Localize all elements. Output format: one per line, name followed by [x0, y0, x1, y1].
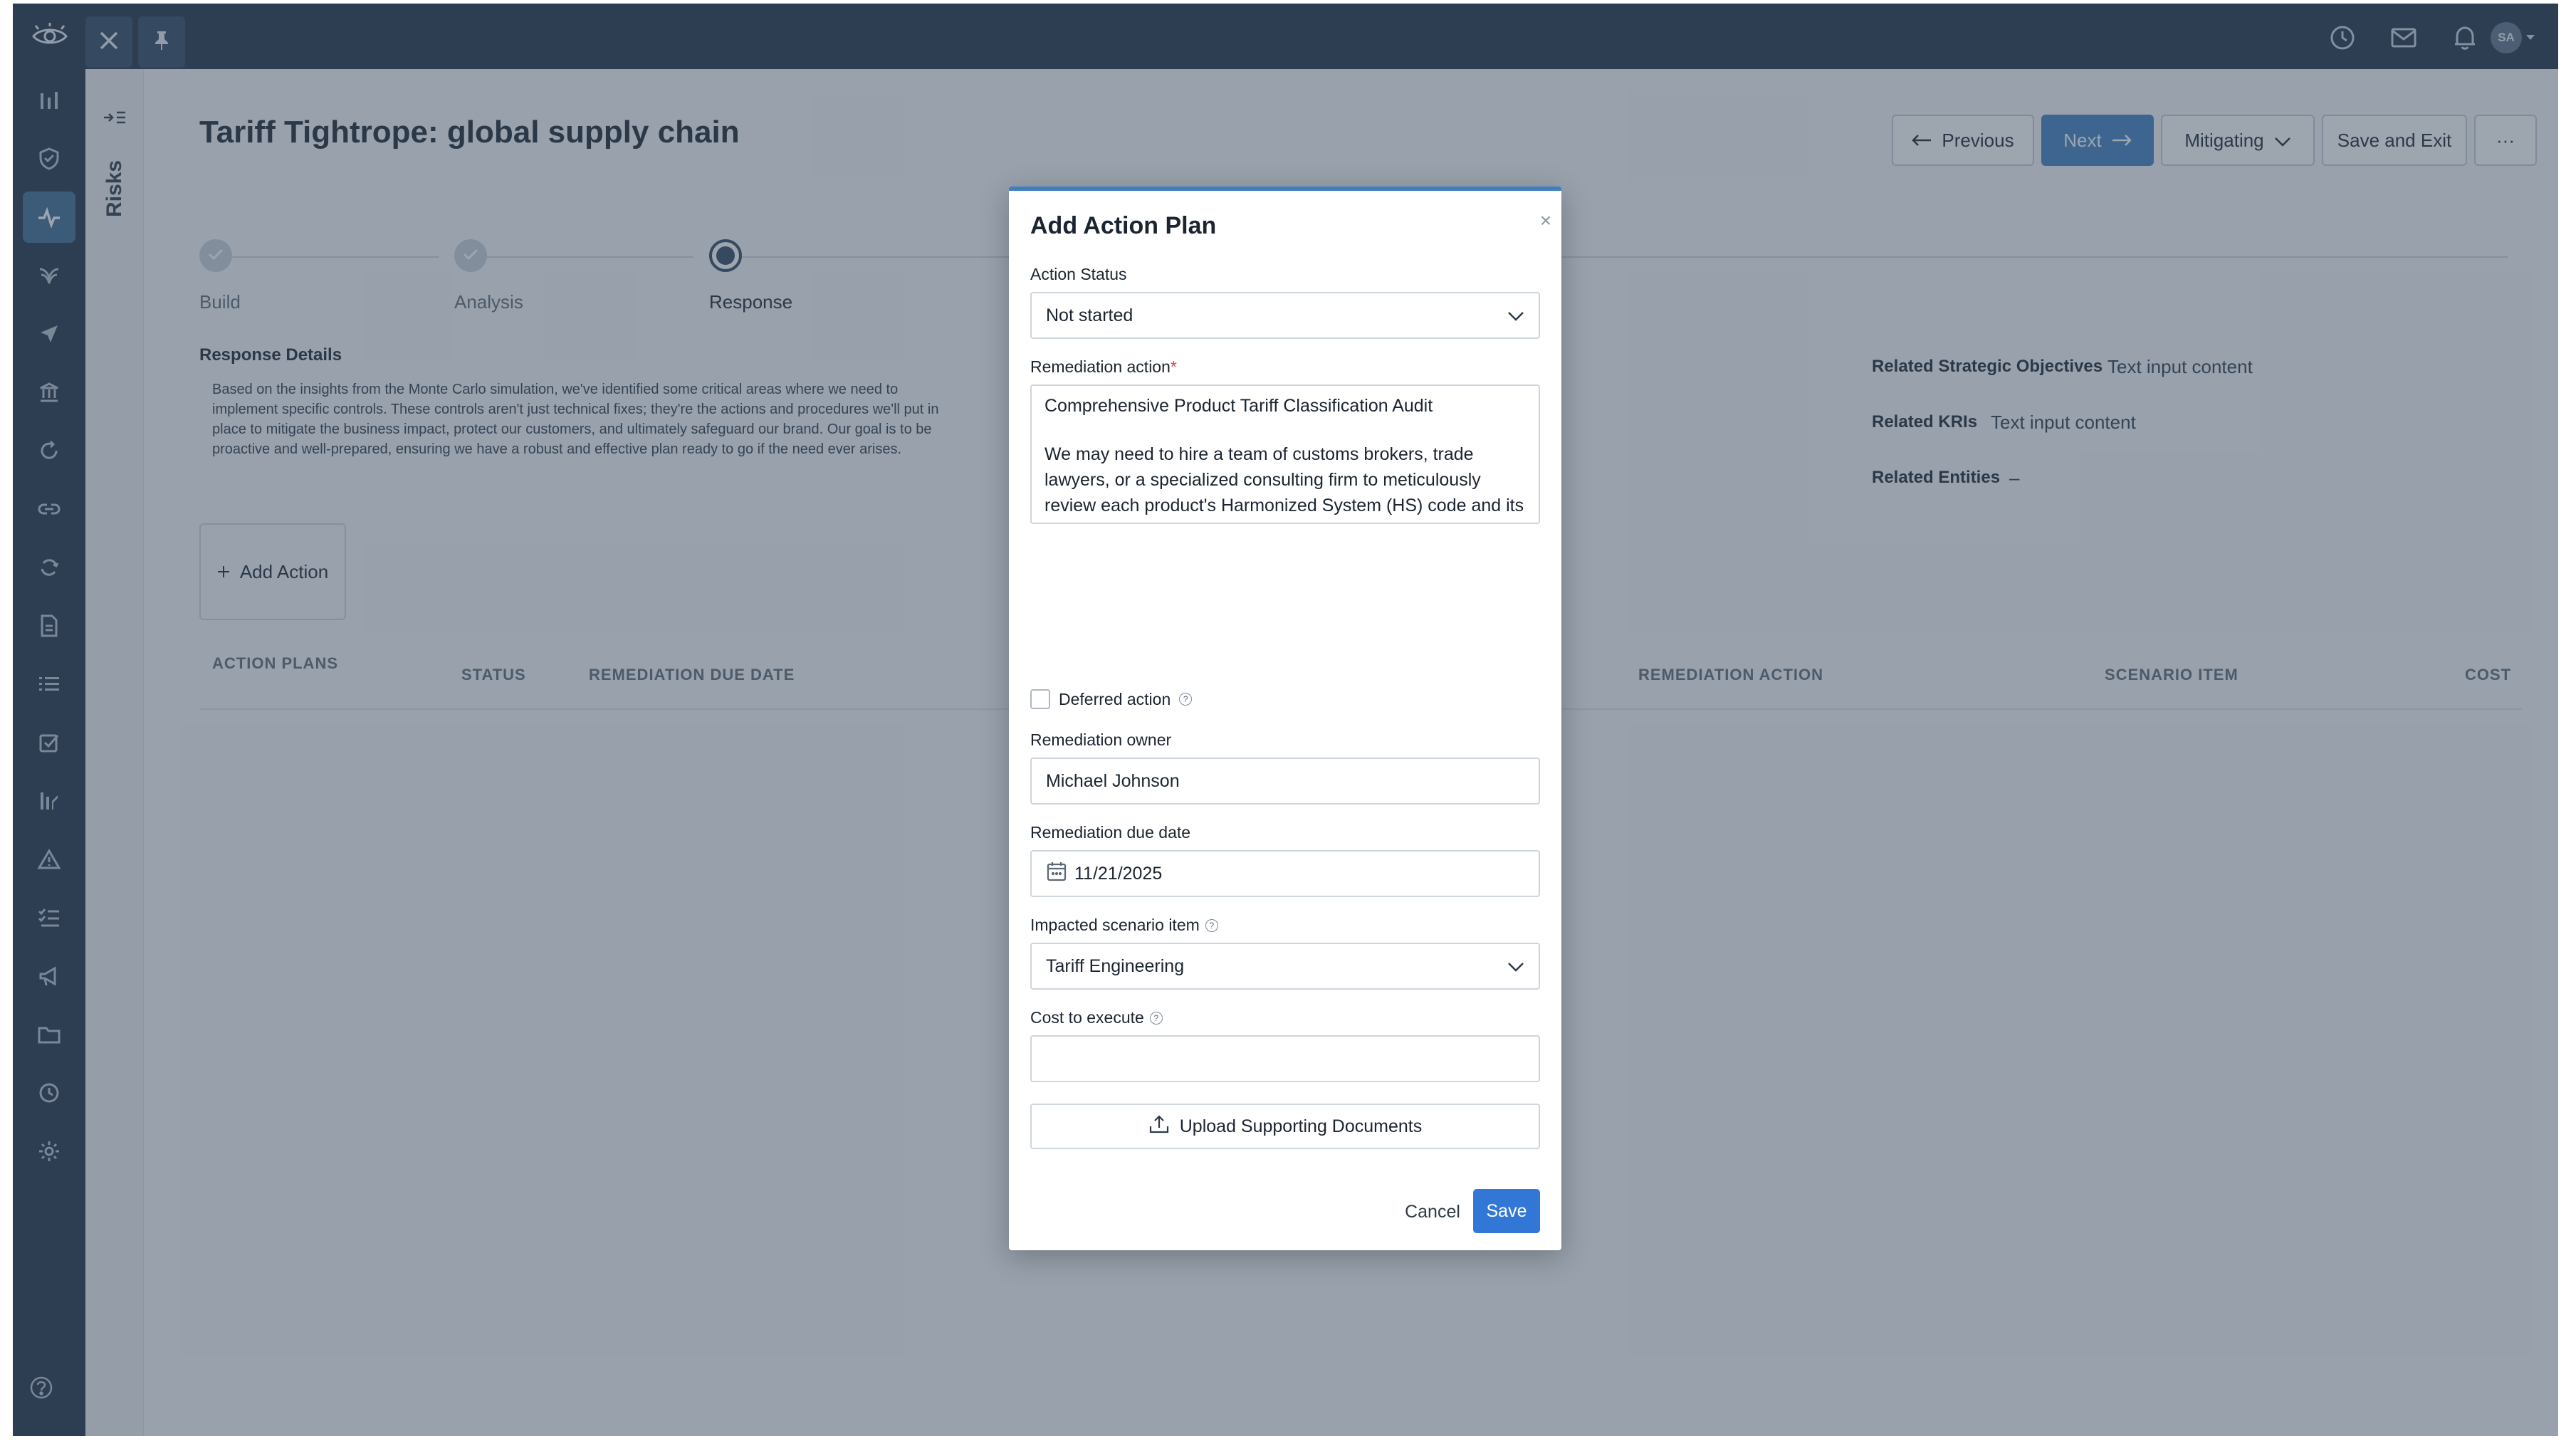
- add-action-plan-dialog: × Add Action Plan Action Status Not star…: [1009, 187, 1561, 1250]
- remediation-action-line: We may need to hire a team of customs br…: [1044, 444, 1524, 515]
- deferred-action-checkbox-row[interactable]: Deferred action ?: [1030, 689, 1193, 709]
- required-marker: *: [1170, 357, 1177, 376]
- cost-to-execute-input[interactable]: [1030, 1035, 1540, 1082]
- upload-label: Upload Supporting Documents: [1179, 1116, 1423, 1136]
- action-status-select[interactable]: Not started: [1030, 292, 1540, 339]
- remediation-action-textarea[interactable]: Comprehensive Product Tariff Classificat…: [1030, 384, 1540, 524]
- remediation-action-line: Comprehensive Product Tariff Classificat…: [1044, 396, 1433, 416]
- help-icon[interactable]: ?: [1149, 1011, 1163, 1025]
- close-icon[interactable]: ×: [1536, 211, 1556, 231]
- cost-to-execute-label-text: Cost to execute: [1030, 1008, 1144, 1027]
- upload-icon: [1148, 1114, 1170, 1140]
- help-icon[interactable]: ?: [1205, 918, 1218, 932]
- deferred-action-label: Deferred action: [1059, 689, 1171, 708]
- impacted-scenario-value: Tariff Engineering: [1046, 955, 1185, 976]
- cost-to-execute-label: Cost to execute ?: [1030, 1008, 1163, 1027]
- remediation-due-date-label: Remediation due date: [1030, 823, 1190, 842]
- cancel-button[interactable]: Cancel: [1393, 1189, 1472, 1235]
- dialog-title: Add Action Plan: [1030, 212, 1217, 239]
- remediation-due-date-input[interactable]: 11/21/2025: [1030, 850, 1540, 897]
- calendar-icon[interactable]: [1046, 861, 1067, 887]
- remediation-owner-label-text: Remediation owner: [1030, 730, 1172, 749]
- impacted-scenario-select[interactable]: Tariff Engineering: [1030, 943, 1540, 990]
- impacted-scenario-label: Impacted scenario item ?: [1030, 916, 1218, 935]
- remediation-due-date-value: 11/21/2025: [1074, 863, 1163, 884]
- upload-documents-button[interactable]: Upload Supporting Documents: [1030, 1104, 1540, 1149]
- help-icon[interactable]: ?: [1179, 693, 1193, 706]
- chevron-down-icon: [1507, 956, 1524, 977]
- remediation-action-label-text: Remediation action: [1030, 357, 1171, 376]
- save-button[interactable]: Save: [1473, 1189, 1540, 1233]
- action-status-label-text: Action Status: [1030, 265, 1127, 283]
- impacted-scenario-label-text: Impacted scenario item: [1030, 916, 1200, 934]
- chevron-down-icon: [1507, 305, 1524, 326]
- deferred-action-checkbox[interactable]: [1030, 689, 1050, 709]
- action-status-label: Action Status: [1030, 265, 1127, 284]
- remediation-owner-input[interactable]: Michael Johnson: [1030, 758, 1540, 805]
- remediation-due-date-label-text: Remediation due date: [1030, 823, 1191, 842]
- action-status-value: Not started: [1046, 305, 1133, 325]
- remediation-owner-value: Michael Johnson: [1046, 770, 1180, 791]
- remediation-owner-label: Remediation owner: [1030, 730, 1171, 750]
- remediation-action-label: Remediation action*: [1030, 357, 1177, 377]
